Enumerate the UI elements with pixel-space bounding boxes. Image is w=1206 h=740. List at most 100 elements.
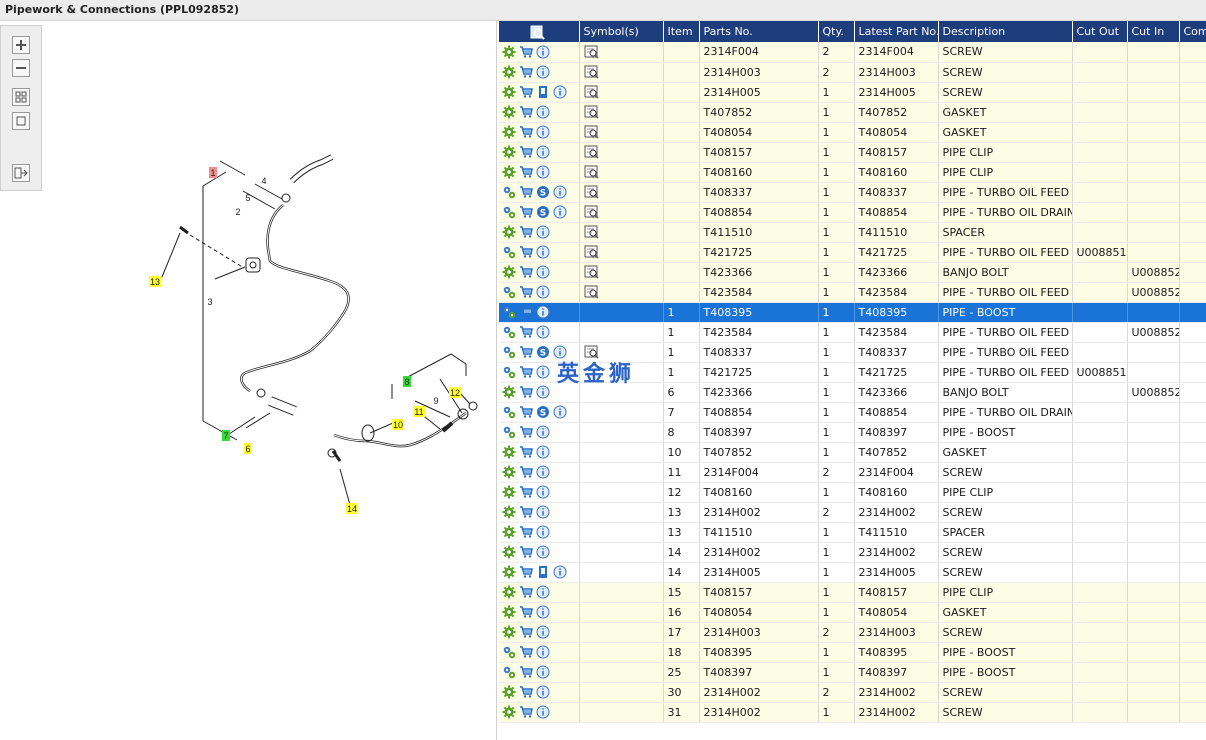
cart-icon[interactable] [519,185,533,199]
search-icon[interactable] [530,25,545,40]
info-icon[interactable] [536,65,550,79]
gear-icon[interactable] [502,445,516,459]
info-icon[interactable] [536,545,550,559]
cart-icon[interactable] [519,265,533,279]
cart-icon[interactable] [519,365,533,379]
column-header[interactable]: Description [938,21,1073,42]
cart-icon[interactable] [519,145,533,159]
info-icon[interactable] [536,165,550,179]
cart-icon[interactable] [519,425,533,439]
symbol-icon[interactable] [584,185,600,199]
gear-icon[interactable] [502,625,516,639]
table-row[interactable]: T411510 1 T411510 SPACER [499,222,1206,243]
table-row[interactable]: 25 T408397 1 T408397 PIPE - BOOST [499,662,1206,683]
callout-2[interactable]: 2 [235,207,240,217]
gear-icon[interactable] [502,45,516,59]
callout-3[interactable]: 3 [207,297,212,307]
fit-all-icon[interactable] [12,88,30,106]
symbol-icon[interactable] [584,65,600,79]
info-icon[interactable] [536,125,550,139]
gear-icon[interactable] [502,65,516,79]
symbol-icon[interactable] [584,165,600,179]
gears-icon[interactable] [502,285,516,299]
table-row[interactable]: 31 2314H002 1 2314H002 SCREW [499,702,1206,723]
cart-icon[interactable] [519,325,533,339]
column-header[interactable]: Symbol(s) [579,21,664,42]
callout-8[interactable]: 8 [403,376,411,387]
table-row[interactable]: S T408854 1 T408854 PIPE - TURBO OIL DRAIN [499,202,1206,223]
cart-icon[interactable] [519,705,533,719]
gear-icon[interactable] [502,605,516,619]
cart-icon[interactable] [519,225,533,239]
cart-icon[interactable] [519,625,533,639]
info-icon[interactable] [536,525,550,539]
table-row[interactable]: 13 2314H002 2 2314H002 SCREW [499,502,1206,523]
table-row[interactable]: T407852 1 T407852 GASKET [499,102,1206,123]
callout-14[interactable]: 14 [346,503,358,514]
column-header[interactable]: Cut Out [1072,21,1128,42]
s-icon[interactable]: S [536,405,550,419]
gear-icon[interactable] [502,525,516,539]
info-icon[interactable] [536,305,550,319]
gears-icon[interactable] [502,645,516,659]
gears-icon[interactable] [502,185,516,199]
column-header[interactable]: Latest Part No. [854,21,939,42]
cart-icon[interactable] [519,405,533,419]
table-row[interactable]: 1 T408395 1 T408395 PIPE - BOOST [499,302,1206,323]
symbol-icon[interactable] [584,265,600,279]
column-header[interactable]: Comment [1179,21,1206,42]
gears-icon[interactable] [502,345,516,359]
info-icon[interactable] [536,425,550,439]
gear-icon[interactable] [502,105,516,119]
cart-icon[interactable] [519,545,533,559]
info-icon[interactable] [536,625,550,639]
table-row[interactable]: T421725 1 T421725 PIPE - TURBO OIL FEED U008… [499,242,1206,263]
callout-1[interactable]: 1 [209,167,217,178]
info-icon[interactable] [536,325,550,339]
cart-icon[interactable] [519,285,533,299]
info-icon[interactable] [536,605,550,619]
gears-icon[interactable] [502,325,516,339]
table-row[interactable]: 1 T423584 1 T423584 PIPE - TURBO OIL FEED U00… [499,322,1206,343]
info-icon[interactable] [536,225,550,239]
gears-icon[interactable] [502,205,516,219]
exploded-diagram[interactable]: 1234567891011121314 [0,21,497,740]
callout-7[interactable]: 7 [222,430,230,441]
info-icon[interactable] [536,105,550,119]
gear-icon[interactable] [502,225,516,239]
table-row[interactable]: T408054 1 T408054 GASKET [499,122,1206,143]
cart-icon[interactable] [519,505,533,519]
table-row[interactable]: 14 2314H005 1 2314H005 SCREW [499,562,1206,583]
table-row[interactable]: 18 T408395 1 T408395 PIPE - BOOST [499,642,1206,663]
table-row[interactable]: 13 T411510 1 T411510 SPACER [499,522,1206,543]
cart-icon[interactable] [519,525,533,539]
column-header-search[interactable] [499,21,580,42]
gear-icon[interactable] [502,565,516,579]
cart-icon[interactable] [519,485,533,499]
zoom-in-icon[interactable] [12,36,30,54]
gears-icon[interactable] [502,365,516,379]
cart-icon[interactable] [519,685,533,699]
callout-11[interactable]: 11 [413,406,425,417]
symbol-icon[interactable] [584,205,600,219]
info-icon[interactable] [536,505,550,519]
table-row[interactable]: 2314H005 1 2314H005 SCREW [499,82,1206,103]
table-row[interactable]: 2314F004 2 2314F004 SCREW [499,42,1206,63]
info-icon[interactable] [536,665,550,679]
symbol-icon[interactable] [584,45,600,59]
info-icon[interactable] [536,385,550,399]
gear-icon[interactable] [502,485,516,499]
info-icon[interactable] [553,405,567,419]
gears-icon[interactable] [502,405,516,419]
table-row[interactable]: 16 T408054 1 T408054 GASKET [499,602,1206,623]
info-icon[interactable] [536,445,550,459]
gear-icon[interactable] [502,145,516,159]
s-icon[interactable]: S [536,185,550,199]
cart-icon[interactable] [519,465,533,479]
info-icon[interactable] [536,645,550,659]
table-row[interactable]: 15 T408157 1 T408157 PIPE CLIP [499,582,1206,603]
callout-4[interactable]: 4 [261,176,266,186]
table-row[interactable]: T408160 1 T408160 PIPE CLIP [499,162,1206,183]
info-icon[interactable] [553,205,567,219]
gear-icon[interactable] [502,585,516,599]
